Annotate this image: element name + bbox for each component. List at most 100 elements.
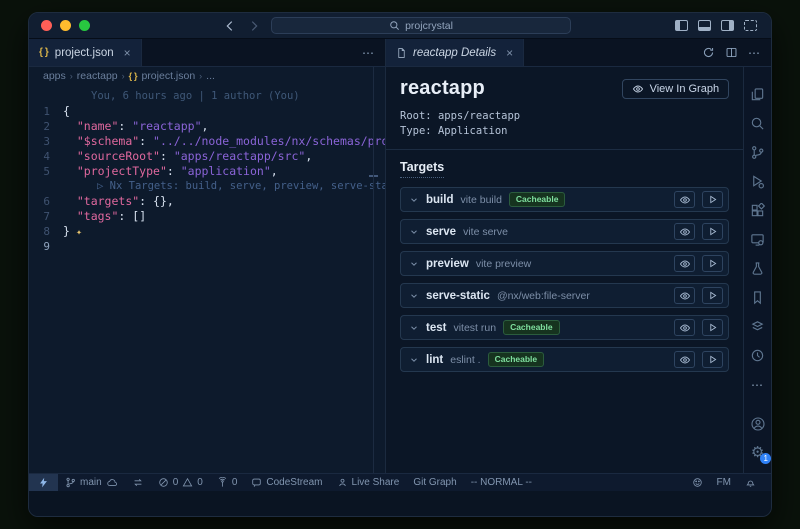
code-line[interactable]: 7 "tags": [] <box>29 209 385 224</box>
run-target-button[interactable] <box>702 319 723 336</box>
code-line[interactable]: 1{ <box>29 104 385 119</box>
account-icon[interactable] <box>744 409 771 438</box>
live-share-status[interactable]: Live Share <box>330 474 407 491</box>
view-target-button[interactable] <box>674 255 695 272</box>
fm-status[interactable]: FM <box>710 474 738 491</box>
ports-status[interactable]: 0 <box>210 474 245 491</box>
target-row-serve-static[interactable]: serve-static@nx/web:file-server <box>400 283 729 308</box>
test-beaker-icon[interactable] <box>744 254 771 283</box>
code-editor[interactable]: apps› reactapp› { } project.json› ... Yo… <box>29 67 385 473</box>
close-tab-icon[interactable]: × <box>506 46 513 60</box>
vim-mode-indicator[interactable]: -- NORMAL -- <box>464 474 539 491</box>
breadcrumb-item[interactable]: project.json <box>141 70 195 82</box>
code-line[interactable]: 4 "sourceRoot": "apps/reactapp/src", <box>29 149 385 164</box>
code-text: "tags": [] <box>63 209 146 224</box>
chevron-down-icon[interactable] <box>409 355 419 365</box>
problems-status[interactable]: 0 0 <box>151 474 210 491</box>
nx-targets-codelens[interactable]: ▷ Nx Targets: build, serve, preview, ser… <box>63 179 385 194</box>
gitlens-blame: You, 6 hours ago | 1 author (You) <box>63 89 300 104</box>
code-line[interactable]: 2 "name": "reactapp", <box>29 119 385 134</box>
code-line[interactable]: 9 <box>29 239 385 254</box>
editor-actions-more-icon[interactable]: ⋯ <box>748 46 761 60</box>
git-graph-status[interactable]: Git Graph <box>406 474 463 491</box>
timeline-icon[interactable] <box>744 341 771 370</box>
chevron-down-icon[interactable] <box>409 195 419 205</box>
code-text: "$schema": "../../node_modules/nx/schema… <box>63 134 385 149</box>
breadcrumb: apps› reactapp› { } project.json› ... <box>29 67 385 85</box>
back-icon[interactable] <box>223 19 237 33</box>
nx-console-icon[interactable] <box>744 312 771 341</box>
run-target-button[interactable] <box>702 287 723 304</box>
search-box[interactable]: projcrystal <box>271 17 571 34</box>
feedback-status[interactable] <box>685 474 710 491</box>
breadcrumb-item[interactable]: ... <box>206 70 215 82</box>
target-row-build[interactable]: buildvite buildCacheable <box>400 187 729 212</box>
target-command: eslint . <box>450 354 480 366</box>
search-icon[interactable] <box>744 109 771 138</box>
forward-icon[interactable] <box>247 19 261 33</box>
chevron-down-icon[interactable] <box>409 323 419 333</box>
code-line[interactable]: ▷ Nx Targets: build, serve, preview, ser… <box>29 179 385 194</box>
chevron-down-icon[interactable] <box>409 291 419 301</box>
tab-reactapp-details[interactable]: reactapp Details × <box>386 39 524 66</box>
toggle-panel-icon[interactable] <box>698 20 711 31</box>
bookmarks-icon[interactable] <box>744 283 771 312</box>
code-line[interactable]: 8} ✦ <box>29 224 385 239</box>
close-window-button[interactable] <box>41 20 52 31</box>
maximize-window-button[interactable] <box>79 20 90 31</box>
close-tab-icon[interactable]: × <box>124 46 131 60</box>
target-row-preview[interactable]: previewvite preview <box>400 251 729 276</box>
run-debug-icon[interactable] <box>744 167 771 196</box>
code-line[interactable]: 6 "targets": {}, <box>29 194 385 209</box>
target-row-serve[interactable]: servevite serve <box>400 219 729 244</box>
toggle-sidebar-icon[interactable] <box>675 20 688 31</box>
compare-changes[interactable] <box>125 474 151 491</box>
editor-actions-more-icon[interactable]: ⋯ <box>362 46 375 60</box>
codestream-icon <box>251 477 262 488</box>
codestream-status[interactable]: CodeStream <box>244 474 329 491</box>
source-control-icon[interactable] <box>744 138 771 167</box>
tab-project-json[interactable]: { } project.json × <box>29 39 142 66</box>
target-name: serve <box>426 226 456 238</box>
view-target-button[interactable] <box>674 223 695 240</box>
code-line[interactable]: 3 "$schema": "../../node_modules/nx/sche… <box>29 134 385 149</box>
breadcrumb-item[interactable]: reactapp <box>77 70 118 82</box>
more-views-icon[interactable]: ⋯ <box>744 370 771 399</box>
remote-indicator[interactable] <box>29 474 58 491</box>
line-number: 6 <box>29 194 63 209</box>
breadcrumb-item[interactable]: apps <box>43 70 66 82</box>
chevron-down-icon[interactable] <box>409 227 419 237</box>
root-value: apps/reactapp <box>438 110 520 122</box>
explorer-icon[interactable] <box>744 80 771 109</box>
run-target-button[interactable] <box>702 255 723 272</box>
notifications-status[interactable] <box>738 474 763 491</box>
git-branch-status[interactable]: main <box>58 474 125 491</box>
code-line[interactable]: You, 6 hours ago | 1 author (You) <box>29 89 385 104</box>
run-target-button[interactable] <box>702 191 723 208</box>
settings-gear-icon[interactable]: ⚙1 <box>744 438 771 467</box>
root-label: Root: <box>400 110 432 122</box>
extensions-icon[interactable] <box>744 196 771 225</box>
run-target-button[interactable] <box>702 351 723 368</box>
customize-layout-icon[interactable] <box>744 20 757 31</box>
view-in-graph-button[interactable]: View In Graph <box>622 79 730 99</box>
tab-title: project.json <box>55 47 114 59</box>
view-target-button[interactable] <box>674 191 695 208</box>
view-target-button[interactable] <box>674 351 695 368</box>
radio-tower-icon <box>217 477 228 488</box>
view-target-button[interactable] <box>674 319 695 336</box>
run-target-button[interactable] <box>702 223 723 240</box>
code-line[interactable]: 5 "projectType": "application", <box>29 164 385 179</box>
target-row-test[interactable]: testvitest runCacheable <box>400 315 729 340</box>
refresh-icon[interactable] <box>702 46 715 59</box>
target-name: build <box>426 194 453 206</box>
target-row-lint[interactable]: linteslint .Cacheable <box>400 347 729 372</box>
code-text: "name": "reactapp", <box>63 119 208 134</box>
remote-explorer-icon[interactable] <box>744 225 771 254</box>
minimize-window-button[interactable] <box>60 20 71 31</box>
toggle-secondary-sidebar-icon[interactable] <box>721 20 734 31</box>
chevron-down-icon[interactable] <box>409 259 419 269</box>
line-number: 2 <box>29 119 63 134</box>
split-editor-icon[interactable] <box>725 46 738 59</box>
view-target-button[interactable] <box>674 287 695 304</box>
